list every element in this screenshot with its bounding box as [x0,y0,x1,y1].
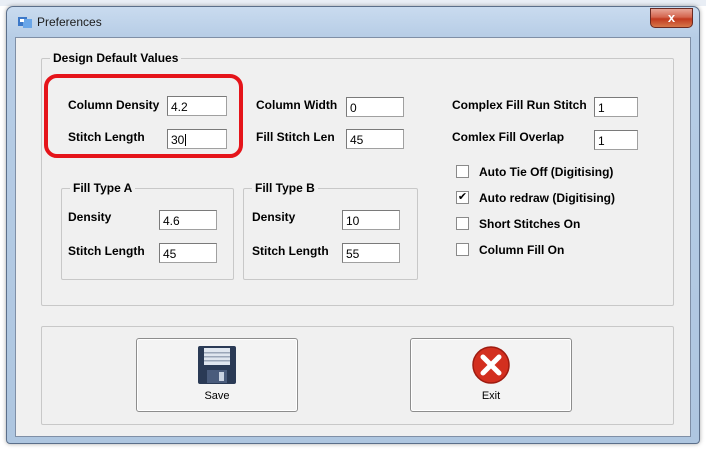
fill-stitch-len-label: Fill Stitch Len [256,130,335,144]
option-label: Auto Tie Off (Digitising) [479,165,614,179]
checkbox[interactable] [456,217,469,230]
exit-label: Exit [481,390,501,402]
complex-fill-overlap-label: Comlex Fill Overlap [452,130,565,144]
window-title: Preferences [37,15,102,29]
fill-type-b-label: Fill Type B [252,181,318,195]
checkbox[interactable]: ✔ [456,191,469,204]
complex-fill-run-stitch-field[interactable]: 1 [594,97,638,117]
complex-fill-overlap-field[interactable]: 1 [594,130,638,150]
fill-a-stitch-length-label: Stitch Length [68,244,145,258]
column-width-label: Column Width [256,98,338,112]
fill-type-b-group: Fill Type B [243,181,418,280]
fill-a-density-field[interactable]: 4.6 [159,210,217,230]
option-label: Auto redraw (Digitising) [479,191,615,205]
fill-b-density-label: Density [252,210,296,224]
options-list: Auto Tie Off (Digitising) ✔ Auto redraw … [456,164,666,264]
floppy-disk-icon [198,346,236,384]
fill-a-density-label: Density [68,210,112,224]
red-x-circle-icon [472,346,510,384]
close-button[interactable]: x [650,8,693,28]
exit-button[interactable]: Exit [410,338,572,412]
fill-b-density-field[interactable]: 10 [342,210,400,230]
fill-b-stitch-length-field[interactable]: 55 [342,243,400,263]
title-bar[interactable]: Preferences x [7,7,699,37]
preferences-window: Preferences x Design Default Values Colu… [6,6,700,444]
option-label: Short Stitches On [479,217,581,231]
option-label: Column Fill On [479,243,565,257]
highlight-annotation [44,74,243,158]
design-default-values-label: Design Default Values [50,51,182,65]
fill-type-a-group: Fill Type A [61,181,234,280]
fill-type-a-label: Fill Type A [70,181,136,195]
fill-stitch-len-field[interactable]: 45 [346,129,404,149]
fill-a-stitch-length-field[interactable]: 45 [159,243,217,263]
checkbox[interactable] [456,165,469,178]
fill-b-stitch-length-label: Stitch Length [252,244,329,258]
checkbox[interactable] [456,243,469,256]
column-width-field[interactable]: 0 [346,97,404,117]
complex-fill-run-stitch-label: Complex Fill Run Stitch [452,98,587,112]
app-icon [18,17,32,28]
save-button[interactable]: Save [136,338,298,412]
save-label: Save [204,390,230,402]
